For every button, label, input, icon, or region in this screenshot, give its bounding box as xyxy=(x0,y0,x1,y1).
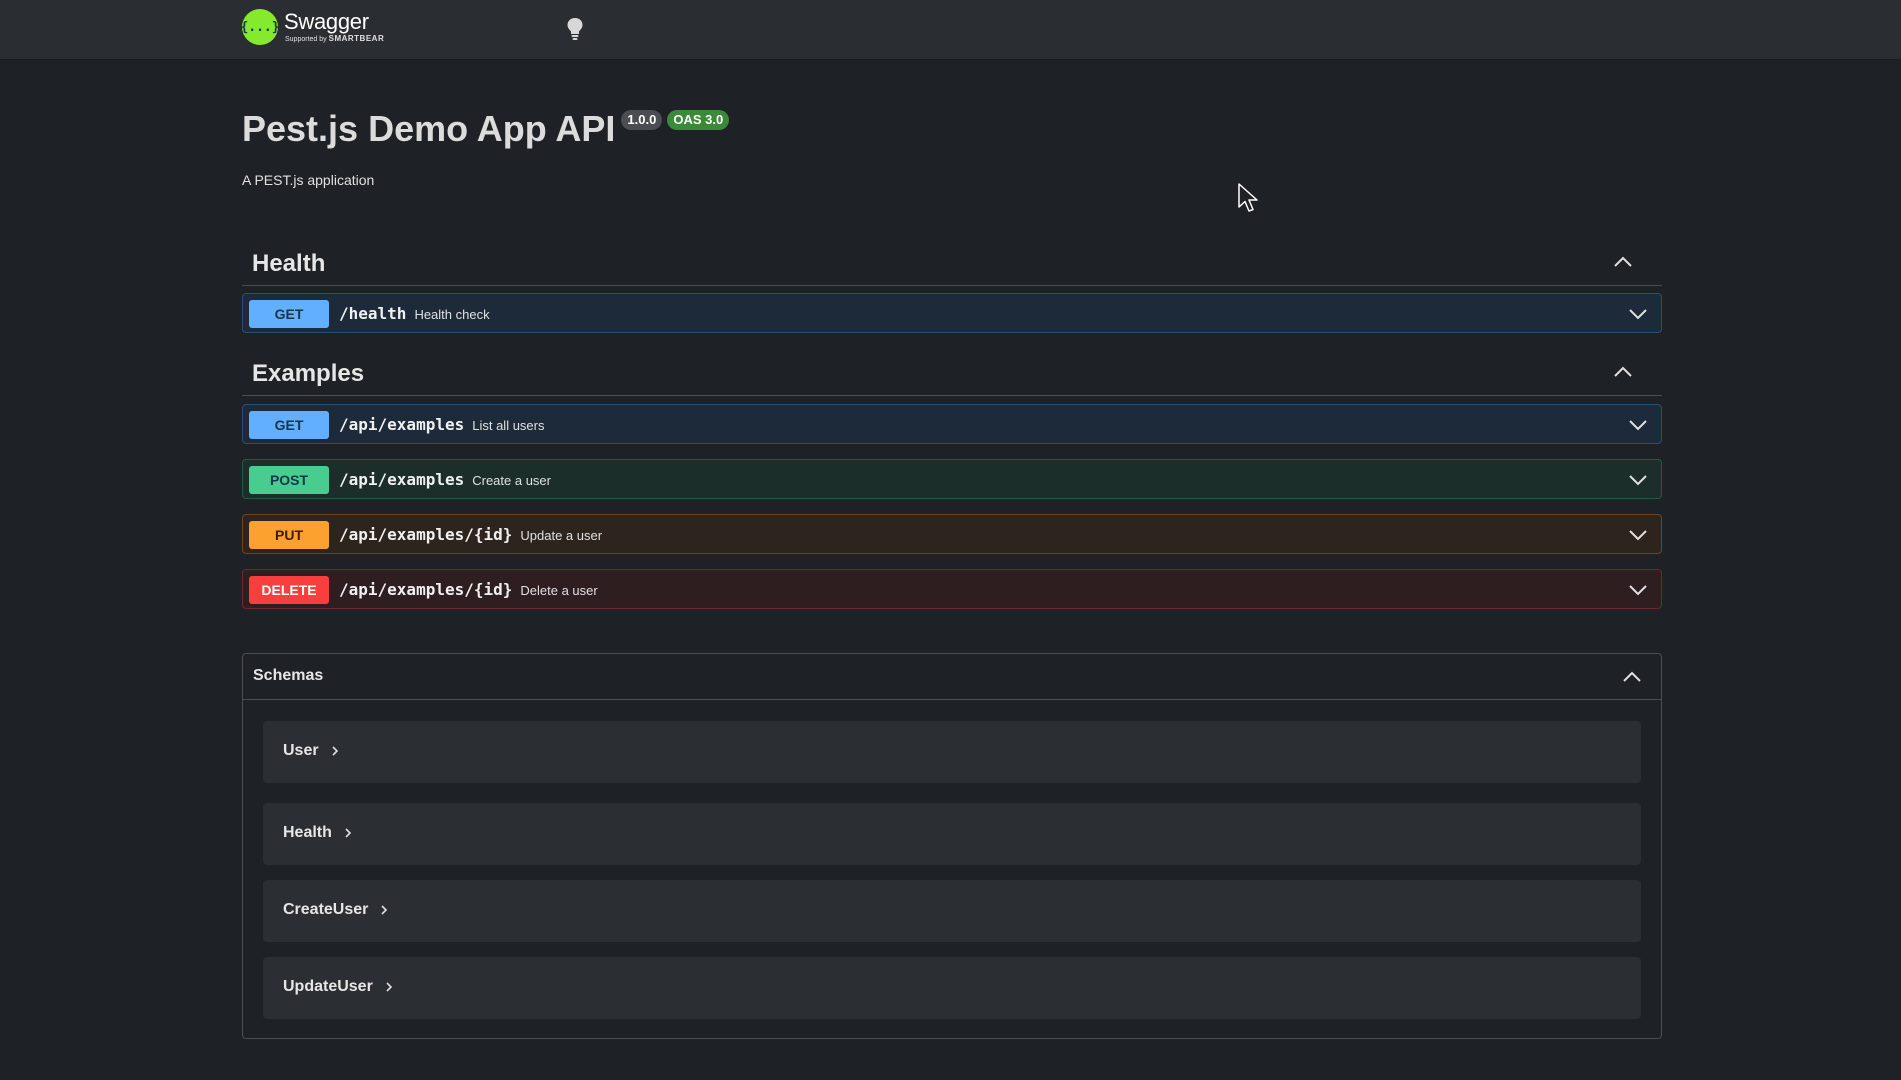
operation-get-examples[interactable]: GET /api/examples List all users xyxy=(242,404,1662,444)
schema-name-text: Health xyxy=(283,824,332,841)
method-badge: GET xyxy=(249,411,329,439)
operation-post-examples[interactable]: POST /api/examples Create a user xyxy=(242,459,1662,499)
chevron-up-icon[interactable] xyxy=(1623,671,1641,683)
schemas-title: Schemas xyxy=(253,667,324,684)
brand-sub: Supported by SMARTBEAR xyxy=(285,34,384,43)
topbar: {...} Swagger Supported by SMARTBEAR xyxy=(0,0,1901,60)
schema-health[interactable]: Health xyxy=(263,803,1641,865)
chevron-down-icon[interactable] xyxy=(1629,529,1647,541)
operation-get-health[interactable]: GET /health Health check xyxy=(242,293,1662,333)
mouse-cursor-icon xyxy=(1238,183,1258,212)
operation-delete-example[interactable]: DELETE /api/examples/{id} Delete a user xyxy=(242,569,1662,609)
swagger-logo[interactable]: {...} Swagger Supported by SMARTBEAR xyxy=(240,9,384,45)
schema-name-text: User xyxy=(283,742,319,759)
chevron-up-icon[interactable] xyxy=(1614,366,1632,378)
brand-sub-prefix: Supported by xyxy=(285,36,327,43)
schema-name-text: UpdateUser xyxy=(283,978,373,995)
schema-updateuser[interactable]: UpdateUser xyxy=(263,957,1641,1019)
operation-path: /api/examples/{id} Delete a user xyxy=(339,580,598,599)
operation-path-text: /api/examples/{id} xyxy=(339,580,513,599)
chevron-right-icon xyxy=(345,828,352,838)
tag-title: Examples xyxy=(252,360,365,387)
method-badge: DELETE xyxy=(249,576,329,604)
brand-sub-company: SMARTBEAR xyxy=(328,34,385,43)
brand-name: Swagger xyxy=(284,9,369,34)
operation-summary: List all users xyxy=(472,418,545,433)
chevron-right-icon xyxy=(381,905,388,915)
chevron-up-icon[interactable] xyxy=(1614,256,1632,268)
schema-name: User xyxy=(283,742,339,760)
operation-path-text: /api/examples xyxy=(339,470,465,489)
api-description: A PEST.js application xyxy=(242,172,375,188)
schema-name: Health xyxy=(283,824,352,842)
lightbulb-icon[interactable] xyxy=(566,17,584,41)
operation-path: /health Health check xyxy=(339,304,490,323)
schemas-header[interactable]: Schemas xyxy=(243,654,1661,700)
title-row: Pest.js Demo App API 1.0.0 OAS 3.0 xyxy=(242,106,730,152)
operation-put-example[interactable]: PUT /api/examples/{id} Update a user xyxy=(242,514,1662,554)
tag-title: Health xyxy=(252,250,326,277)
schemas-section: Schemas User Health CreateUser UpdateUse… xyxy=(242,653,1662,1039)
api-title: Pest.js Demo App API xyxy=(242,108,616,149)
operation-path: /api/examples List all users xyxy=(339,415,544,434)
operation-path-text: /health xyxy=(339,304,407,323)
tag-examples[interactable]: Examples xyxy=(242,348,1662,396)
operation-path-text: /api/examples xyxy=(339,415,465,434)
operation-summary: Create a user xyxy=(472,473,551,488)
swagger-logo-icon: {...} xyxy=(240,9,280,45)
operation-path-text: /api/examples/{id} xyxy=(339,525,513,544)
chevron-down-icon[interactable] xyxy=(1629,584,1647,596)
oas-badge: OAS 3.0 xyxy=(667,110,730,130)
schema-name-text: CreateUser xyxy=(283,901,369,918)
operation-summary: Delete a user xyxy=(520,583,598,598)
chevron-down-icon[interactable] xyxy=(1629,308,1647,320)
schema-createuser[interactable]: CreateUser xyxy=(263,880,1641,942)
operation-summary: Update a user xyxy=(520,528,603,543)
schema-name: UpdateUser xyxy=(283,978,393,996)
chevron-down-icon[interactable] xyxy=(1629,474,1647,486)
chevron-right-icon xyxy=(332,746,338,756)
api-info: Pest.js Demo App API 1.0.0 OAS 3.0 A PES… xyxy=(242,106,730,188)
operation-path: /api/examples Create a user xyxy=(339,470,551,489)
operation-path: /api/examples/{id} Update a user xyxy=(339,525,602,544)
chevron-down-icon[interactable] xyxy=(1629,419,1647,431)
logo-text: Swagger Supported by SMARTBEAR xyxy=(284,9,384,43)
version-badge: 1.0.0 xyxy=(621,110,663,130)
schema-name: CreateUser xyxy=(283,901,388,919)
method-badge: PUT xyxy=(249,521,329,549)
method-badge: POST xyxy=(249,466,329,494)
chevron-right-icon xyxy=(386,982,392,992)
operation-summary: Health check xyxy=(414,307,490,322)
tag-health[interactable]: Health xyxy=(242,238,1662,286)
schema-user[interactable]: User xyxy=(263,721,1641,783)
method-badge: GET xyxy=(249,300,329,328)
